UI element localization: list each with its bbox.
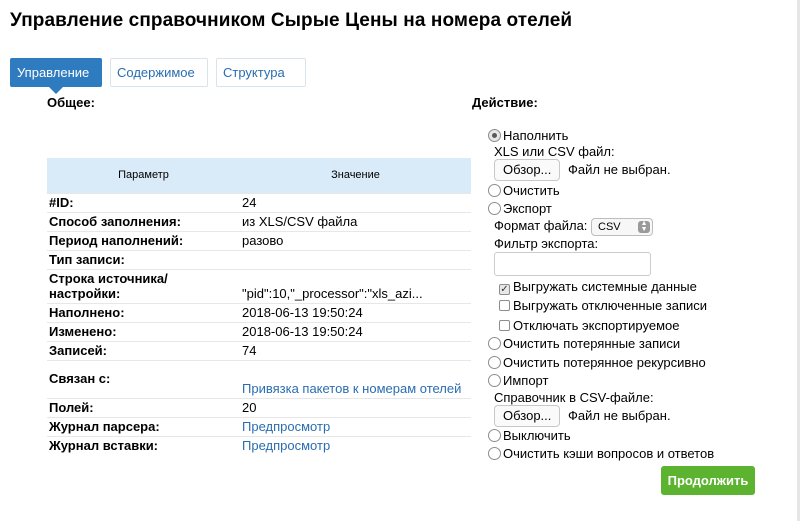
clear-lost-radio[interactable] (488, 337, 501, 350)
param-key: Записей: (47, 340, 240, 360)
linked-dictionary-link[interactable]: Привязка пакетов к номерам отелей (242, 381, 461, 396)
browse-button[interactable]: Обзор... (494, 159, 561, 181)
export-filter-input[interactable] (494, 252, 651, 276)
csv-dictionary-label: Справочник в CSV-файле: (494, 390, 654, 405)
param-value: "pid":10,"_processor":"xls_azi... (240, 268, 471, 303)
param-key: Журнал вставки: (47, 435, 240, 455)
action-disable[interactable]: Выключить (488, 428, 571, 443)
general-section-title: Общее: (47, 95, 95, 110)
param-value: разово (240, 230, 471, 250)
column-header-param: Параметр (47, 158, 240, 193)
browse-button-2[interactable]: Обзор... (494, 405, 561, 427)
table-row: Журнал вставки: Предпросмотр (47, 435, 471, 455)
param-key: Строка источника/настройки: (47, 268, 240, 303)
param-key: Наполнено: (47, 302, 240, 322)
disable-exported-checkbox[interactable] (499, 320, 510, 331)
file-label: XLS или CSV файл: (494, 144, 615, 159)
continue-button[interactable]: Продолжить (661, 466, 755, 495)
param-key: Тип записи: (47, 249, 240, 269)
select-arrows-icon: ▲ ▼ (638, 220, 651, 233)
param-value: 74 (240, 340, 471, 360)
table-row: Способ заполнения: из XLS/CSV файла (47, 211, 471, 231)
table-row: Период наполнений: разово (47, 230, 471, 250)
param-value: Предпросмотр (240, 416, 471, 436)
param-key: Полей: (47, 397, 240, 417)
action-clear-lost-recursive[interactable]: Очистить потерянное рекурсивно (488, 355, 706, 370)
action-export[interactable]: Экспорт (488, 201, 552, 216)
table-row: Полей: 20 (47, 397, 471, 417)
action-fill[interactable]: Наполнить (488, 128, 568, 143)
param-key: Изменено: (47, 321, 240, 341)
table-row: Записей: 74 (47, 340, 471, 360)
disable-label: Выключить (503, 428, 571, 443)
table-row: Тип записи: (47, 249, 471, 269)
export-disabled-checkbox[interactable] (499, 300, 510, 311)
import-radio[interactable] (488, 374, 501, 387)
action-clear-lost[interactable]: Очистить потерянные записи (488, 336, 680, 351)
param-value (240, 249, 471, 269)
disable-exported-option[interactable]: Отключать экспортируемое (499, 318, 679, 333)
insert-log-preview-link[interactable]: Предпросмотр (242, 438, 330, 453)
column-header-value: Значение (240, 158, 471, 193)
params-table: Параметр Значение #ID: 24 Способ заполне… (47, 158, 471, 455)
export-disabled-option[interactable]: Выгружать отключенные записи (499, 298, 707, 313)
parser-log-preview-link[interactable]: Предпросмотр (242, 419, 330, 434)
action-import[interactable]: Импорт (488, 373, 548, 388)
action-clear-cache[interactable]: Очистить кэши вопросов и ответов (488, 446, 714, 461)
param-key: Журнал парсера: (47, 416, 240, 436)
file-format-label: Формат файла: (494, 218, 588, 233)
file-format-select[interactable]: CSV ▲ ▼ (591, 218, 654, 236)
tab-management[interactable]: Управление (10, 58, 102, 94)
clear-lost-recursive-radio[interactable] (488, 356, 501, 369)
action-section-title: Действие: (472, 95, 538, 110)
export-label: Экспорт (503, 201, 552, 216)
tab-structure[interactable]: Структура (216, 58, 306, 87)
no-file-text-2: Файл не выбран. (568, 408, 671, 423)
export-radio[interactable] (488, 202, 501, 215)
table-row: Связан с: Привязка пакетов к номерам оте… (47, 359, 471, 398)
param-value: 2018-06-13 19:50:24 (240, 302, 471, 322)
action-clear[interactable]: Очистить (488, 183, 560, 198)
export-disabled-label: Выгружать отключенные записи (513, 298, 708, 313)
param-value: 24 (240, 192, 471, 212)
no-file-text: Файл не выбран. (568, 162, 671, 177)
param-value: 2018-06-13 19:50:24 (240, 321, 471, 341)
clear-label: Очистить (503, 183, 560, 198)
export-system-label: Выгружать системные данные (513, 279, 697, 294)
file-format-row: Формат файла: CSV ▲ ▼ (494, 218, 654, 236)
tab-contents[interactable]: Содержимое (110, 58, 208, 87)
table-row: #ID: 24 (47, 192, 471, 212)
csv-file-upload: Обзор... Файл не выбран. (494, 405, 671, 427)
param-value: Предпросмотр (240, 435, 471, 455)
param-key: #ID: (47, 192, 240, 212)
clear-lost-recursive-label: Очистить потерянное рекурсивно (503, 355, 706, 370)
clear-lost-label: Очистить потерянные записи (503, 336, 681, 351)
param-value: 20 (240, 397, 471, 417)
clear-radio[interactable] (488, 184, 501, 197)
table-row: Наполнено: 2018-06-13 19:50:24 (47, 302, 471, 322)
clear-cache-radio[interactable] (488, 447, 501, 460)
table-row: Журнал парсера: Предпросмотр (47, 416, 471, 436)
param-value: Привязка пакетов к номерам отелей (240, 359, 471, 398)
param-value: из XLS/CSV файла (240, 211, 471, 231)
page-title: Управление справочником Сырые Цены на но… (10, 10, 573, 31)
disable-radio[interactable] (488, 429, 501, 442)
file-format-value: CSV (598, 221, 621, 233)
disable-exported-label: Отключать экспортируемое (513, 318, 680, 333)
param-key: Связан с: (47, 359, 240, 398)
fill-radio[interactable] (488, 129, 501, 142)
import-label: Импорт (503, 373, 549, 388)
param-key: Способ заполнения: (47, 211, 240, 231)
table-row: Строка источника/настройки: "pid":10,"_p… (47, 268, 471, 303)
export-filter-label: Фильтр экспорта: (494, 236, 599, 251)
clear-cache-label: Очистить кэши вопросов и ответов (503, 446, 715, 461)
export-system-checkbox[interactable]: ✓ (499, 284, 510, 295)
fill-label: Наполнить (503, 128, 569, 143)
file-upload: Обзор... Файл не выбран. (494, 159, 671, 181)
table-row: Изменено: 2018-06-13 19:50:24 (47, 321, 471, 341)
param-key: Период наполнений: (47, 230, 240, 250)
export-system-option[interactable]: ✓ Выгружать системные данные (499, 279, 697, 295)
